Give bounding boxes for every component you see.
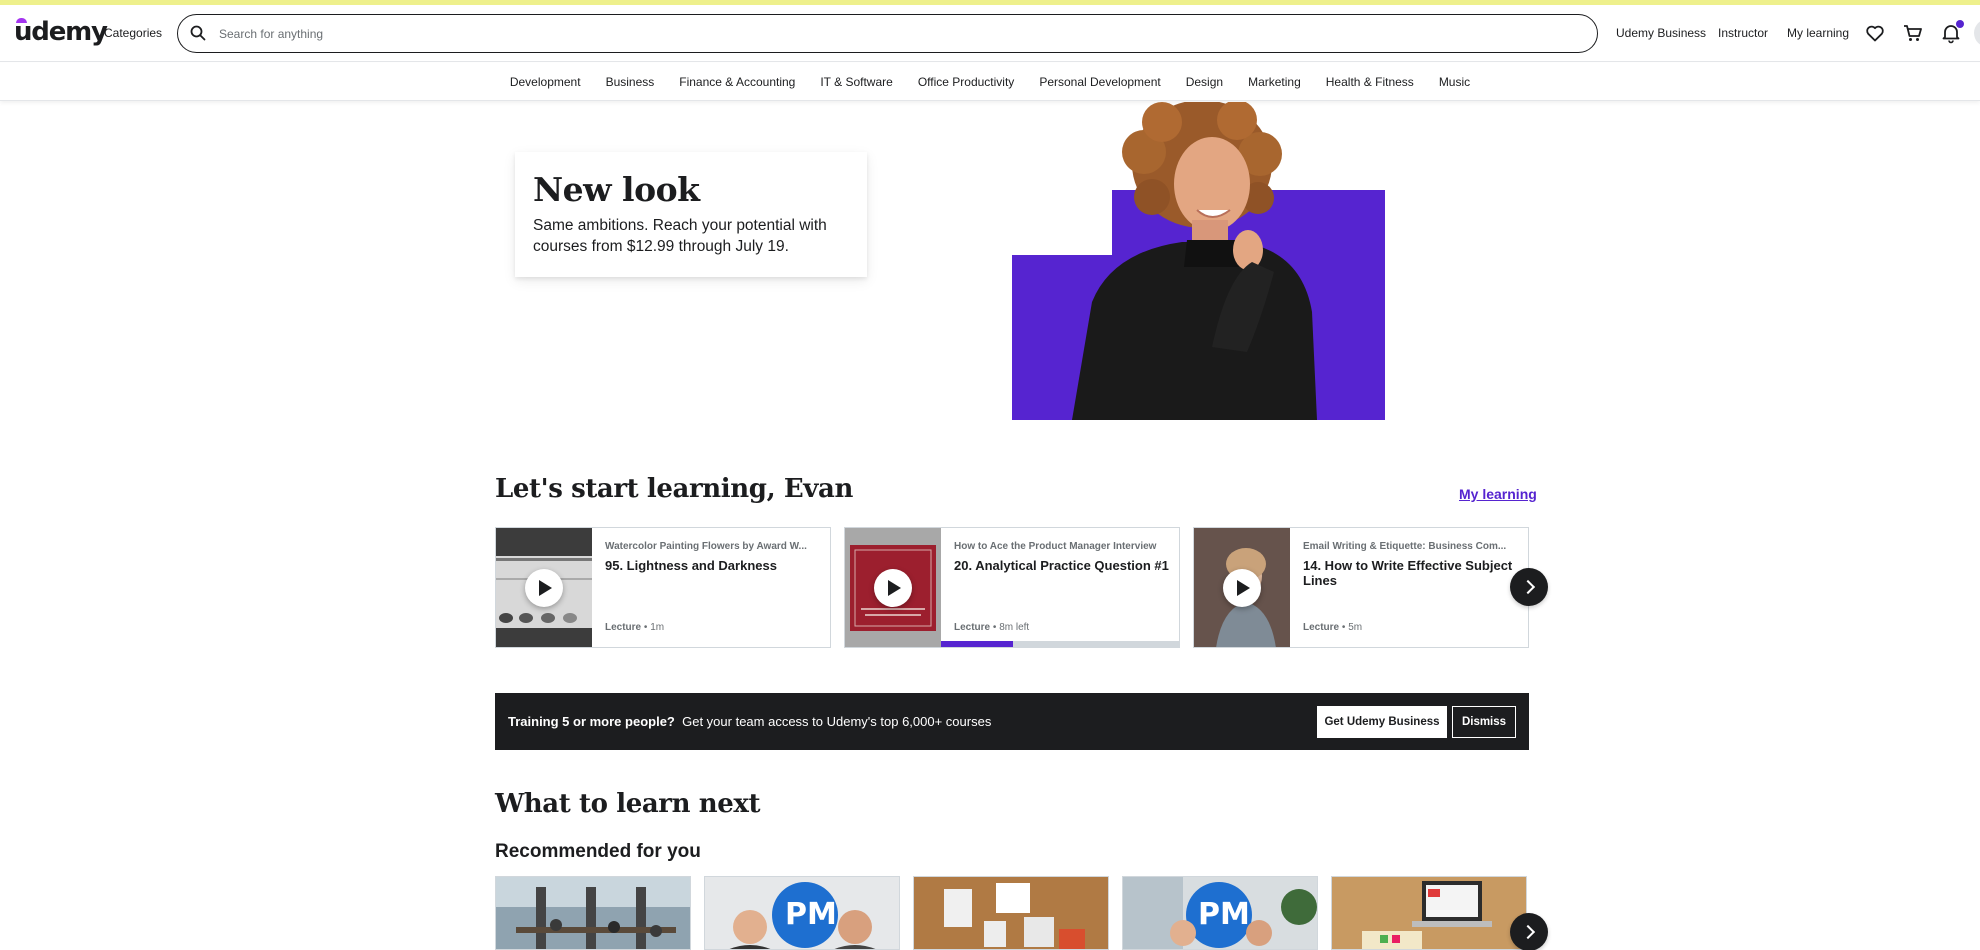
- course-card-1[interactable]: [495, 876, 691, 950]
- category-development[interactable]: Development: [497, 75, 593, 89]
- search-input[interactable]: [219, 23, 1579, 45]
- my-learning-link[interactable]: My learning: [1787, 26, 1849, 40]
- category-marketing[interactable]: Marketing: [1236, 75, 1314, 89]
- get-udemy-business-button[interactable]: Get Udemy Business: [1317, 706, 1447, 738]
- bell-icon[interactable]: [1940, 20, 1964, 44]
- next-arrow-button[interactable]: [1510, 568, 1548, 606]
- what-to-learn-title: What to learn next: [495, 789, 761, 819]
- learning-section-title: Let's start learning, Evan: [495, 474, 853, 504]
- category-music[interactable]: Music: [1426, 75, 1482, 89]
- lecture-progress-bar: [941, 641, 1179, 647]
- lecture-progress-fill: [941, 641, 1013, 647]
- lecture-thumbnail-1: [496, 528, 592, 647]
- lecture-course-name: How to Ace the Product Manager Interview: [954, 541, 1157, 552]
- avatar[interactable]: [1974, 19, 1980, 47]
- lecture-thumbnail-3: [1194, 528, 1290, 647]
- instructor-link[interactable]: Instructor: [1718, 26, 1768, 40]
- play-icon[interactable]: [1223, 569, 1261, 607]
- lecture-title: 14. How to Write Effective Subject Lines: [1303, 558, 1513, 588]
- course-card-5[interactable]: [1331, 876, 1527, 950]
- hero-card: New look Same ambitions. Reach your pote…: [515, 152, 867, 277]
- lecture-title: 95. Lightness and Darkness: [605, 558, 777, 573]
- category-personal-development[interactable]: Personal Development: [1027, 75, 1173, 89]
- dismiss-button[interactable]: Dismiss: [1452, 706, 1516, 738]
- banner-text: Training 5 or more people? Get your team…: [508, 714, 991, 729]
- lecture-card-2[interactable]: How to Ace the Product Manager Interview…: [844, 527, 1180, 648]
- banner-body-text: Get your team access to Udemy's top 6,00…: [682, 714, 992, 729]
- play-icon[interactable]: [525, 569, 563, 607]
- lecture-meta: Lecture • 5m: [1303, 622, 1363, 633]
- banner-bold-text: Training 5 or more people?: [508, 714, 675, 729]
- category-design[interactable]: Design: [1173, 75, 1235, 89]
- my-learning-section-link[interactable]: My learning: [1459, 486, 1537, 502]
- udemy-logo[interactable]: udemy: [14, 17, 108, 47]
- search-bar[interactable]: [177, 14, 1598, 53]
- lecture-duration: 8m left: [999, 622, 1030, 633]
- lecture-course-name: Watercolor Painting Flowers by Award W..…: [605, 541, 807, 552]
- search-icon[interactable]: [190, 25, 206, 46]
- site-header: udemy Categories Udemy Business Instruct…: [0, 5, 1980, 62]
- lecture-card-1[interactable]: Watercolor Painting Flowers by Award W..…: [495, 527, 831, 648]
- notification-dot: [1956, 20, 1964, 28]
- business-banner: Training 5 or more people? Get your team…: [495, 693, 1529, 750]
- category-health-fitness[interactable]: Health & Fitness: [1313, 75, 1426, 89]
- hero-image: [1012, 100, 1385, 420]
- lecture-meta: Lecture • 8m left: [954, 622, 1030, 633]
- category-nav: Development Business Finance & Accountin…: [0, 63, 1980, 101]
- recommended-next-arrow-button[interactable]: [1510, 913, 1548, 950]
- lecture-type: Lecture: [1303, 622, 1340, 633]
- lecture-card-3[interactable]: Email Writing & Etiquette: Business Com.…: [1193, 527, 1529, 648]
- udemy-business-link[interactable]: Udemy Business: [1616, 26, 1706, 40]
- lecture-thumbnail-2: [845, 528, 941, 647]
- lecture-course-name: Email Writing & Etiquette: Business Com.…: [1303, 541, 1507, 552]
- lecture-duration: 1m: [650, 622, 665, 633]
- categories-menu[interactable]: Categories: [104, 26, 162, 40]
- cart-icon[interactable]: [1902, 22, 1924, 44]
- play-icon[interactable]: [874, 569, 912, 607]
- pm-badge-text: PM: [785, 897, 837, 932]
- lecture-type: Lecture: [605, 622, 642, 633]
- lecture-title: 20. Analytical Practice Question #1: [954, 558, 1169, 573]
- course-card-4[interactable]: PM: [1122, 876, 1318, 950]
- category-business[interactable]: Business: [593, 75, 667, 89]
- hero-subtitle: Same ambitions. Reach your potential wit…: [533, 217, 827, 256]
- pm-badge-text: PM: [1198, 897, 1250, 932]
- course-card-3[interactable]: [913, 876, 1109, 950]
- lecture-duration: 5m: [1348, 622, 1363, 633]
- recommended-subtitle: Recommended for you: [495, 841, 701, 862]
- lecture-meta: Lecture • 1m: [605, 622, 665, 633]
- hero-title: New look: [533, 170, 700, 209]
- course-card-2[interactable]: PM: [704, 876, 900, 950]
- category-office-productivity[interactable]: Office Productivity: [905, 75, 1026, 89]
- category-it-software[interactable]: IT & Software: [808, 75, 905, 89]
- category-finance-accounting[interactable]: Finance & Accounting: [667, 75, 808, 89]
- lecture-type: Lecture: [954, 622, 991, 633]
- heart-icon[interactable]: [1864, 22, 1886, 44]
